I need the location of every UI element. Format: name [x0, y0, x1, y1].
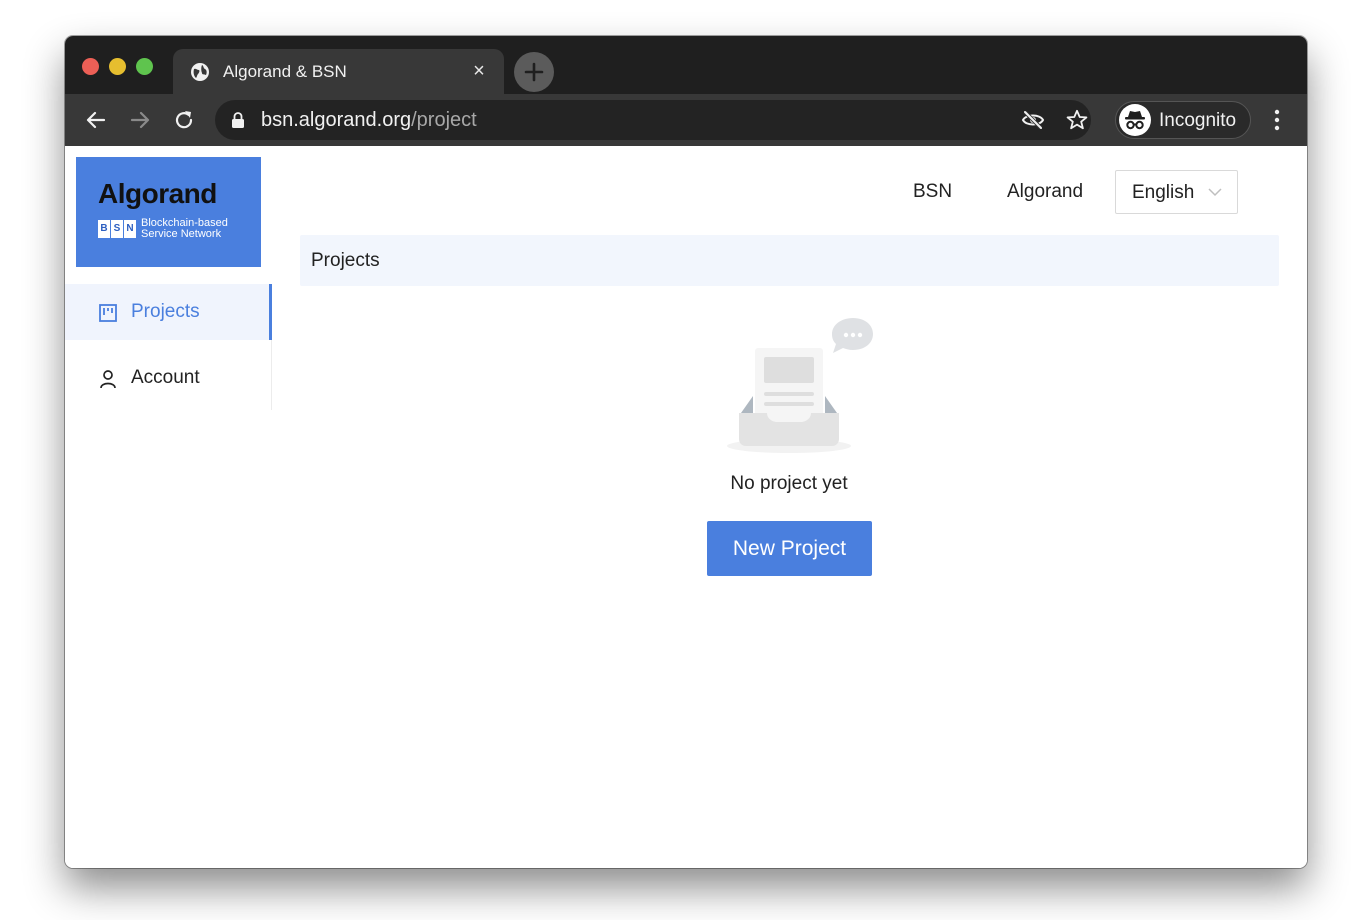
eye-off-icon[interactable]: [1021, 108, 1045, 132]
sidebar-item-label: Projects: [131, 301, 200, 322]
minimize-window-button[interactable]: [109, 58, 126, 75]
url-path: /project: [411, 109, 477, 131]
nav-link-bsn[interactable]: BSN: [913, 181, 952, 203]
back-arrow-icon[interactable]: [84, 108, 108, 132]
tab-strip: Algorand & BSN ×: [65, 36, 1307, 94]
empty-inbox-icon: [727, 318, 873, 453]
address-bar[interactable]: bsn.algorand.org/project: [215, 100, 1091, 140]
bsn-tagline: Blockchain-based Service Network: [141, 218, 228, 240]
incognito-icon: [1125, 111, 1145, 130]
sidebar: Projects Account: [65, 284, 272, 410]
bsn-tagline-line2: Service Network: [141, 228, 222, 240]
zoom-window-button[interactable]: [136, 58, 153, 75]
reload-icon[interactable]: [172, 108, 196, 132]
language-value: English: [1132, 182, 1195, 203]
tab-close-button[interactable]: ×: [468, 60, 490, 82]
projects-icon: [99, 304, 117, 322]
bsn-mark: B S N: [98, 220, 137, 238]
star-icon[interactable]: [1065, 108, 1089, 132]
bsn-letter: S: [111, 220, 123, 238]
browser-toolbar: bsn.algorand.org/project Incognito: [65, 94, 1307, 146]
sidebar-item-label: Account: [131, 367, 200, 388]
breadcrumb: Projects: [300, 235, 1279, 286]
language-select[interactable]: English: [1115, 170, 1238, 214]
chevron-down-icon: [1208, 188, 1222, 197]
breadcrumb-item: Projects: [311, 250, 380, 271]
browser-tab[interactable]: Algorand & BSN ×: [173, 49, 504, 94]
algorand-bsn-logo[interactable]: Algorand B S N Blockchain-based Service …: [76, 157, 261, 267]
logo-wordmark: Algorand: [98, 178, 217, 209]
url-host: bsn.algorand.org: [261, 109, 412, 131]
forward-arrow-icon[interactable]: [128, 108, 152, 132]
user-icon: [100, 370, 116, 389]
page-content: Algorand B S N Blockchain-based Service …: [65, 146, 1307, 868]
new-project-button[interactable]: New Project: [707, 521, 872, 576]
url-text: bsn.algorand.org/project: [261, 109, 477, 131]
incognito-avatar: [1119, 104, 1151, 136]
sidebar-item-projects[interactable]: Projects: [65, 284, 272, 340]
new-tab-button[interactable]: [514, 52, 554, 92]
globe-icon: [191, 63, 209, 81]
incognito-label: Incognito: [1159, 110, 1237, 131]
incognito-profile-button[interactable]: Incognito: [1115, 101, 1251, 139]
more-vertical-icon[interactable]: [1265, 107, 1289, 133]
bsn-letter: N: [124, 220, 136, 238]
empty-state-text: No project yet: [730, 473, 848, 494]
new-tab-plus-icon: [524, 62, 544, 82]
close-window-button[interactable]: [82, 58, 99, 75]
lock-icon: [232, 112, 244, 128]
browser-window: Algorand & BSN × bsn.algorand.org/projec…: [65, 36, 1307, 868]
bsn-letter: B: [98, 220, 110, 238]
nav-link-algorand[interactable]: Algorand: [1007, 181, 1083, 203]
sidebar-item-account[interactable]: Account: [65, 350, 272, 406]
tab-title: Algorand & BSN: [223, 62, 347, 81]
